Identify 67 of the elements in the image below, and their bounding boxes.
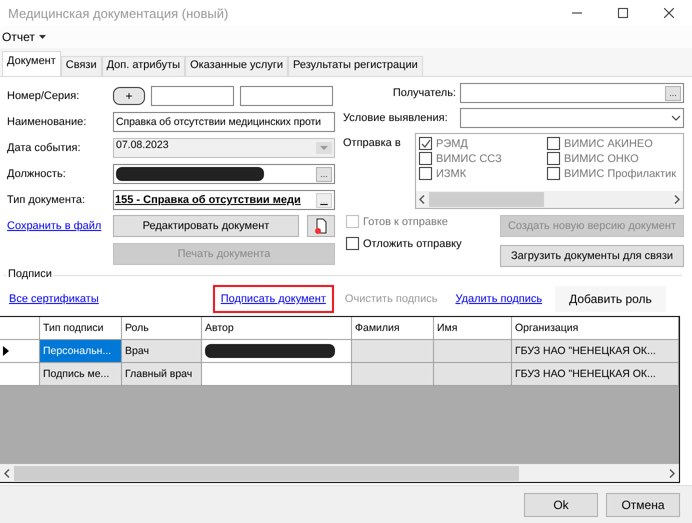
option-label: ИЗМК (436, 168, 466, 180)
checkbox[interactable] (346, 237, 359, 250)
window-title: Медицинская документация (новый) (8, 6, 230, 20)
column-header[interactable]: Организация (512, 317, 679, 340)
scroll-right-icon[interactable] (669, 468, 675, 478)
option-label: ВИМИС ССЗ (436, 152, 502, 164)
table-cell: Персональн... (40, 340, 122, 363)
dialog-button[interactable]: Отмена (606, 493, 680, 517)
all-certificates-link[interactable]: Все сертификаты (9, 293, 99, 305)
maximize-icon[interactable] (618, 8, 628, 18)
recipient-field[interactable]: ... (460, 83, 684, 103)
position-field[interactable]: ... (113, 164, 335, 184)
close-icon[interactable] (664, 8, 674, 18)
group-title: Подписи (6, 268, 54, 280)
field-label: Наименование: (7, 116, 88, 128)
add-role-button[interactable]: Добавить роль (555, 286, 666, 312)
load-documents-button[interactable]: Загрузить документы для связи (500, 245, 684, 267)
series-field[interactable] (240, 86, 333, 106)
caret-icon (38, 35, 46, 39)
date-field[interactable]: 07.08.2023 (113, 138, 335, 158)
signature-action-link[interactable]: Удалить подпись (448, 288, 550, 310)
detection-dropdown[interactable] (460, 108, 684, 128)
option-label: РЭМД (436, 138, 468, 150)
tab[interactable]: Результаты регистрации (288, 56, 423, 76)
field-label: Дата события: (7, 142, 82, 154)
column-header[interactable]: Тип подписи (40, 317, 122, 340)
tab[interactable]: Связи (60, 56, 102, 76)
field-label: Получатель: (392, 87, 457, 99)
save-to-file-link[interactable]: Сохранить в файл (7, 220, 113, 232)
document-type-field[interactable]: 155 - Справка об отсутствии меди ... (113, 190, 335, 210)
row-header[interactable] (0, 340, 40, 363)
column-header[interactable]: Роль (122, 317, 202, 340)
current-row-icon (3, 346, 9, 356)
browse-button[interactable]: ... (316, 166, 332, 182)
option-label: ВИМИС ОНКО (564, 152, 639, 164)
scrollbar-thumb[interactable] (14, 466, 519, 480)
tab[interactable]: Доп. атрибуты (102, 56, 186, 76)
column-header[interactable]: Автор (202, 317, 352, 340)
table-cell: ГБУЗ НАО "НЕНЕЦКАЯ ОК... (512, 340, 679, 363)
field-label: Должность: (7, 168, 67, 180)
dialog-button[interactable]: Ok (524, 493, 598, 517)
field-label: Номер/Серия: (7, 90, 80, 102)
add-button[interactable]: + (113, 87, 145, 105)
checkbox-label: Отложить отправку (363, 238, 462, 250)
option-label: ВИМИС Профилактик (564, 168, 676, 180)
name-field[interactable]: Справка об отсутствии медицинских проти (113, 112, 335, 132)
signature-action-link[interactable]: Подписать документ (212, 285, 334, 313)
scroll-left-icon[interactable] (4, 468, 10, 478)
menu-item[interactable]: Отчет (0, 30, 48, 44)
option-label: ВИМИС АКИНЕО (564, 138, 653, 150)
document-icon[interactable] (307, 215, 335, 237)
column-header[interactable]: Фамилия (352, 317, 434, 340)
column-header[interactable]: Имя (434, 317, 512, 340)
table-cell: Врач (122, 340, 202, 363)
tab[interactable]: Документ (2, 51, 61, 76)
table-cell: ГБУЗ НАО "НЕНЕЦКАЯ ОК... (512, 363, 679, 386)
edit-document-button[interactable]: Редактировать документ (113, 215, 299, 237)
tab[interactable]: Оказанные услуги (185, 56, 288, 76)
table-cell: Подпись ме... (40, 363, 122, 386)
table-cell: Главный врач (122, 363, 202, 386)
field-label: Отправка в (343, 136, 402, 149)
field-label: Условие выявления: (343, 112, 449, 124)
browse-button[interactable]: ... (665, 86, 681, 100)
field-label: Тип документа: (7, 194, 86, 206)
chevron-down-icon (671, 115, 681, 121)
number-field[interactable] (151, 86, 234, 106)
checkbox-label: Готов к отправке (363, 216, 448, 228)
